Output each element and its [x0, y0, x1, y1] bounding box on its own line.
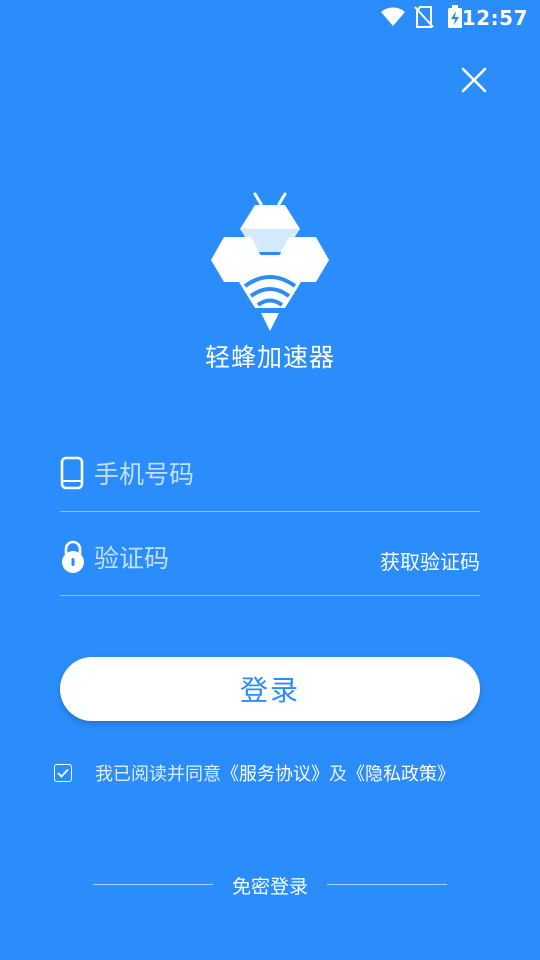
privacy-policy-link[interactable]: 《隐私政策》 [347, 764, 455, 785]
code-field: 获取验证码 [60, 532, 480, 596]
bee-logo-icon [211, 192, 329, 331]
agreement-row: 我已阅读并同意《服务协议》及《隐私政策》 [54, 758, 455, 788]
phone-field [60, 448, 480, 512]
lock-icon [62, 540, 84, 573]
login-button[interactable]: 登录 [60, 657, 480, 721]
phone-icon [60, 456, 84, 490]
phone-field-underline [60, 511, 480, 512]
code-field-underline [60, 595, 480, 596]
battery-charging-icon [448, 5, 462, 28]
no-sim-icon [414, 6, 434, 28]
get-code-button[interactable]: 获取验证码 [380, 546, 480, 575]
code-input[interactable] [94, 536, 354, 580]
password-free-login-button[interactable]: 免密登录 [224, 876, 316, 898]
wifi-icon [381, 7, 405, 26]
service-agreement-link[interactable]: 《服务协议》 [221, 764, 329, 785]
agreement-conjunction: 及 [329, 764, 347, 785]
app-name: 轻蜂加速器 [204, 343, 335, 372]
status-bar: 12:57 [0, 0, 540, 36]
status-time: 12:57 [461, 6, 528, 30]
close-icon [461, 67, 487, 93]
agreement-prefix: 我已阅读并同意 [95, 764, 221, 785]
agreement-checkbox[interactable] [54, 764, 72, 782]
close-button[interactable] [452, 58, 496, 102]
agreement-text: 我已阅读并同意《服务协议》及《隐私政策》 [95, 760, 455, 786]
phone-input[interactable] [94, 452, 354, 496]
password-free-login: 免密登录 [0, 872, 540, 899]
check-icon [57, 768, 69, 778]
